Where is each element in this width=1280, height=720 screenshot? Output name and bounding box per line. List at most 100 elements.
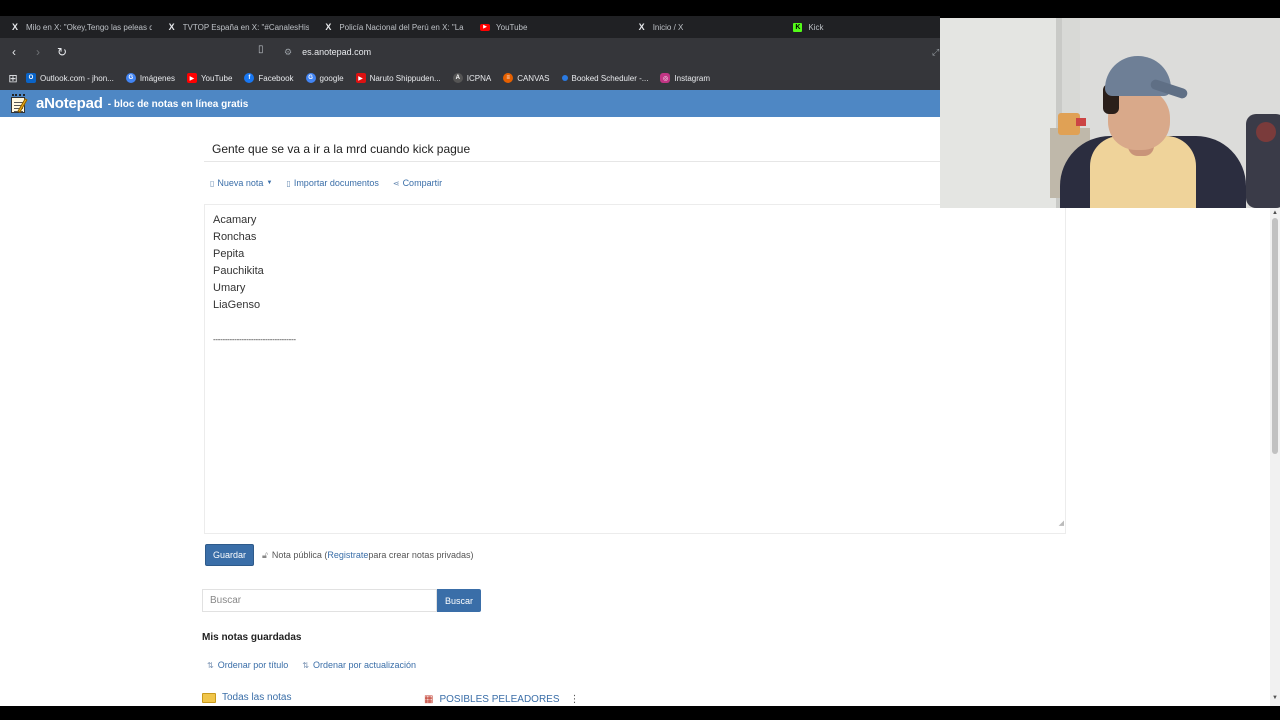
posibles-label: POSIBLES PELEADORES (439, 694, 560, 705)
tab-3[interactable]: ▶ YouTube (470, 16, 627, 38)
x-icon: X (638, 22, 645, 32)
sort-title-label: Ordenar por título (217, 660, 289, 670)
import-label: Importar documentos (293, 178, 379, 188)
x-icon: X (325, 22, 332, 32)
calendar-icon: ▦ (424, 694, 434, 705)
bookmark-imagenes[interactable]: G Imágenes (125, 73, 175, 83)
google-icon: G (125, 73, 136, 83)
note-editor[interactable]: Acamary Ronchas Pepita Pauchikita Umary … (204, 204, 1066, 534)
reload-button[interactable]: ↻ (52, 42, 72, 62)
register-link[interactable]: Registrate (327, 550, 368, 560)
tab-label: Inicio / X (652, 22, 684, 32)
youtube-icon: ▶ (355, 73, 366, 83)
bookmark-facebook[interactable]: f Facebook (244, 73, 294, 83)
bookmark-icon: ▯ (258, 44, 264, 55)
note-line: LiaGenso (213, 299, 261, 311)
url-field[interactable]: ⚙ es.anotepad.com (284, 44, 371, 60)
document-icon: ▯ (286, 178, 291, 188)
sort-by-title-link[interactable]: ⇅ Ordenar por título (207, 660, 288, 670)
bookmark-google[interactable]: Ggoogle (305, 73, 344, 83)
tab-4[interactable]: X Inicio / X (627, 16, 784, 38)
bookmark-instagram[interactable]: ◎ Instagram (660, 73, 710, 83)
bookmark-label: Outlook.com - jhon... (40, 73, 114, 83)
folder-icon (202, 692, 216, 703)
site-info-icon[interactable]: ⚙ (284, 47, 292, 58)
canvas-icon: ≡ (503, 73, 514, 83)
tab-label: Kick (808, 22, 824, 32)
posibles-folder[interactable]: ▦ POSIBLES PELEADORES ⋮ (424, 694, 580, 705)
bookmark-canvas[interactable]: ≡ CANVAS (503, 73, 550, 83)
tab-5[interactable]: K Kick (783, 16, 940, 38)
bookmark-label: Imágenes (139, 73, 175, 83)
bookmarks-bar: ⊞ O Outlook.com - jhon... G Imágenes ▶ YouT… (0, 66, 940, 90)
note-line (213, 314, 1057, 331)
search-input[interactable] (202, 589, 437, 612)
kick-icon: K (793, 22, 803, 32)
bookmark-star-button[interactable]: ▯ (258, 44, 270, 58)
notepad-logo-icon[interactable] (9, 93, 29, 114)
scroll-up-icon[interactable]: ▲ (1272, 210, 1278, 216)
search-button[interactable]: Buscar (437, 589, 481, 612)
x-icon: X (168, 22, 175, 32)
reload-icon: ↻ (56, 45, 68, 59)
sort-by-update-link[interactable]: ⇅ Ordenar por actualización (302, 660, 416, 670)
more-vertical-icon[interactable]: ⋮ (570, 694, 580, 705)
share-icon: ⋖ (392, 178, 400, 188)
forward-button[interactable]: › (28, 42, 48, 62)
bottom-black-bar (0, 706, 1280, 720)
import-documents-button[interactable]: ▯ Importar documentos (286, 178, 378, 188)
public-note-suffix: para crear notas privadas) (368, 550, 474, 560)
bookmark-outlook[interactable]: O Outlook.com - jhon... (26, 73, 114, 83)
scrollbar-thumb[interactable] (1272, 218, 1278, 454)
x-icon: X (11, 22, 18, 32)
tab-2[interactable]: X Policía Nacional del Perú en X: "La @ (313, 16, 470, 38)
folders-row: Todas las notas ▦ POSIBLES PELEADORES ⋮ (202, 692, 702, 706)
all-notes-folder[interactable]: Todas las notas (202, 692, 292, 703)
note-line: Acamary (213, 214, 257, 226)
sort-icon: ⇅ (302, 660, 309, 670)
arrow-right-icon: › (36, 45, 40, 59)
bookmark-naruto[interactable]: ▶ Naruto Shippuden... (355, 73, 441, 83)
bookmark-label: YouTube (200, 73, 233, 83)
google-icon: G (305, 73, 316, 83)
unlock-icon: 🔓︎ (262, 549, 268, 560)
address-bar-row: ‹ › ↻ ▯ ⚙ es.anotepad.com ⤢ (0, 38, 940, 66)
share-label: Compartir (402, 178, 443, 188)
youtube-icon: ▶ (480, 23, 491, 31)
tab-1[interactable]: X TVTOP España en X: "#CanalesHispa (157, 16, 314, 38)
apps-grid-icon[interactable]: ⊞ (0, 72, 26, 85)
bookmark-label: google (319, 73, 344, 83)
bookmark-booked[interactable]: Booked Scheduler -... (561, 74, 648, 83)
tab-label: Policía Nacional del Perú en X: "La @ (339, 22, 466, 32)
share-button[interactable]: ⋖ Compartir (393, 178, 442, 188)
bookmark-label: CANVAS (517, 73, 550, 83)
back-button[interactable]: ‹ (4, 42, 24, 62)
bookmark-youtube[interactable]: ▶ YouTube (186, 73, 233, 83)
bookmark-label: Naruto Shippuden... (369, 73, 441, 83)
save-row: Guardar 🔓︎ Nota pública (Registrate para… (205, 544, 473, 566)
tab-label: TVTOP España en X: "#CanalesHispa (182, 22, 309, 32)
resize-grip-icon[interactable]: ◢ (1059, 515, 1064, 532)
site-header: aNotepad - bloc de notas en línea gratis (0, 90, 940, 117)
site-logo-text[interactable]: aNotepad (36, 95, 103, 112)
search-row: Buscar (202, 589, 481, 612)
note-line: Umary (213, 282, 246, 294)
tab-0[interactable]: X Milo en X: "Okey,Tengo las peleas qu (0, 16, 157, 38)
top-black-bar (0, 0, 1280, 16)
public-note-prefix: Nota pública ( (271, 550, 328, 560)
note-line: Pepita (213, 248, 245, 260)
bookmark-icpna[interactable]: A ICPNA (452, 73, 491, 83)
note-toolbar: ▯ Nueva nota ▼ ▯ Importar documentos ⋖ C… (210, 176, 456, 190)
install-icon[interactable]: ⤢ (932, 47, 939, 58)
icpna-icon: A (452, 73, 463, 83)
save-button[interactable]: Guardar (205, 544, 254, 566)
site-tagline: - bloc de notas en línea gratis (107, 99, 249, 110)
page-scrollbar[interactable] (1270, 208, 1280, 706)
bookmark-label: Instagram (674, 73, 711, 83)
tab-label: YouTube (496, 22, 528, 32)
booked-icon (561, 75, 568, 81)
note-line: ----------------------------------- (213, 335, 296, 344)
new-note-dropdown[interactable]: ▯ Nueva nota ▼ (210, 178, 272, 188)
instagram-icon: ◎ (660, 73, 671, 83)
scroll-down-icon[interactable]: ▼ (1272, 695, 1278, 701)
